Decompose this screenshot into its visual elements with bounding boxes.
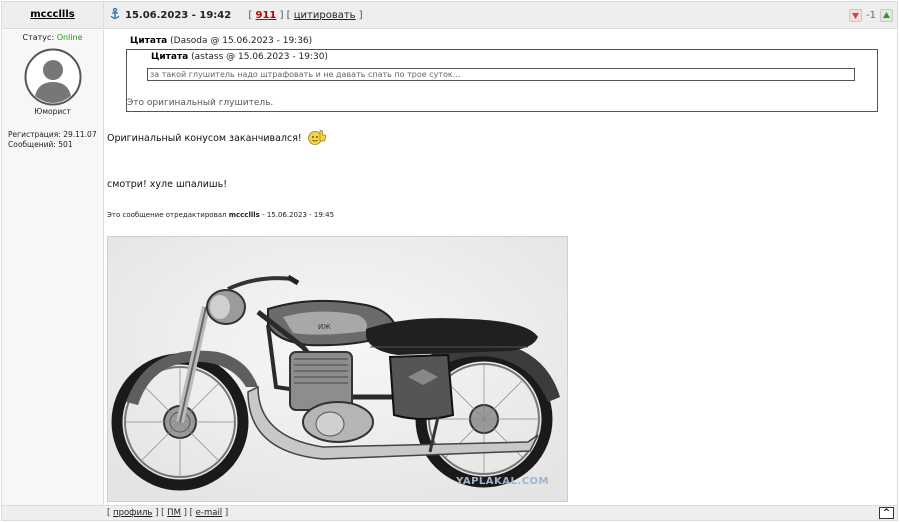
post-meta: 15.06.2023 - 19:42 [ 911 ] [ цитировать …: [105, 2, 897, 29]
message-line-2: смотри! хуле шпалишь!: [107, 179, 228, 190]
rating-bracket-mid: ] [: [279, 10, 291, 21]
author-status: Статус: Online: [2, 33, 103, 42]
rating-bracket-open: [: [248, 10, 253, 21]
author-username[interactable]: mcccllls: [30, 9, 74, 20]
author-cell: mcccllls: [2, 2, 104, 29]
post-date: 15.06.2023 - 19:42: [125, 10, 232, 21]
author-rank: Юморист: [34, 107, 71, 116]
author-profile: Статус: Online Юморист Регистрация: 29.1…: [2, 30, 104, 505]
message-line-1: Оригинальный конусом заканчивался!: [107, 128, 327, 146]
rating-bracket-close: ]: [358, 10, 363, 21]
forum-post: mcccllls 15.06.2023 - 19:42 [ 911 ] [ ци…: [1, 1, 898, 521]
nested-quote-meta: (astass @ 15.06.2023 - 19:30): [191, 52, 328, 62]
email-link[interactable]: e-mail: [196, 508, 223, 518]
scroll-to-top-button[interactable]: ^: [879, 507, 894, 519]
registration-date: Регистрация: 29.11.07: [8, 130, 97, 139]
pm-link[interactable]: ПМ: [167, 508, 181, 518]
post-header: mcccllls 15.06.2023 - 19:42 [ 911 ] [ ци…: [2, 2, 897, 29]
vote-count: -1: [866, 10, 876, 21]
quote-meta: (Dasoda @ 15.06.2023 - 19:36): [170, 36, 313, 46]
quote-block: Цитата (Dasoda @ 15.06.2023 - 19:36) Цит…: [126, 34, 878, 112]
author-info: Регистрация: 29.11.07 Сообщений: 501: [8, 130, 103, 150]
quote-label: Цитата: [130, 36, 168, 46]
anchor-icon[interactable]: [109, 4, 121, 19]
thumb-down-icon[interactable]: [849, 9, 863, 22]
status-value: Online: [56, 33, 83, 42]
nested-quote-title: Цитата (astass @ 15.06.2023 - 19:30): [151, 52, 328, 62]
edit-author: mcccllls: [228, 211, 260, 219]
status-label: Статус:: [22, 33, 55, 42]
profile-link[interactable]: профиль: [113, 508, 152, 518]
quote-text: Это оригинальный глушитель.: [127, 98, 274, 108]
nested-quote-text: за такой глушитель надо штрафовать и не …: [147, 68, 855, 81]
svg-text:ИЖ: ИЖ: [318, 323, 331, 331]
image-watermark: YAPLAKAL.COM: [456, 476, 549, 487]
motorcycle-photo[interactable]: ИЖ YAPLAKAL.COM: [107, 236, 568, 502]
edit-prefix: Это сообщение отредактировал: [107, 211, 227, 219]
avatar[interactable]: [24, 48, 82, 106]
quote-body: Цитата (astass @ 15.06.2023 - 19:30) за …: [126, 49, 878, 112]
quote-title: Цитата (Dasoda @ 15.06.2023 - 19:36): [130, 36, 312, 46]
post-footer: [ профиль ] [ ПМ ] [ e-mail ] ^: [2, 505, 897, 520]
edit-time: - 15.06.2023 - 19:45: [262, 211, 335, 219]
vote-controls: -1: [849, 8, 893, 23]
post-rating-link[interactable]: 911: [256, 10, 277, 21]
thumbs-up-smiley-icon: [307, 129, 327, 145]
thumb-up-icon[interactable]: [880, 9, 893, 22]
edit-notice: Это сообщение отредактировал mcccllls - …: [107, 211, 334, 219]
author-links: [ профиль ] [ ПМ ] [ e-mail ]: [107, 508, 229, 518]
nested-quote-label: Цитата: [151, 52, 189, 62]
post-content: Цитата (Dasoda @ 15.06.2023 - 19:36) Цит…: [105, 30, 897, 505]
message-text-1: Оригинальный конусом заканчивался!: [107, 133, 302, 144]
message-count: Сообщений: 501: [8, 140, 73, 149]
motorcycle-image: ИЖ: [108, 237, 567, 501]
quote-button[interactable]: цитировать: [294, 10, 356, 21]
